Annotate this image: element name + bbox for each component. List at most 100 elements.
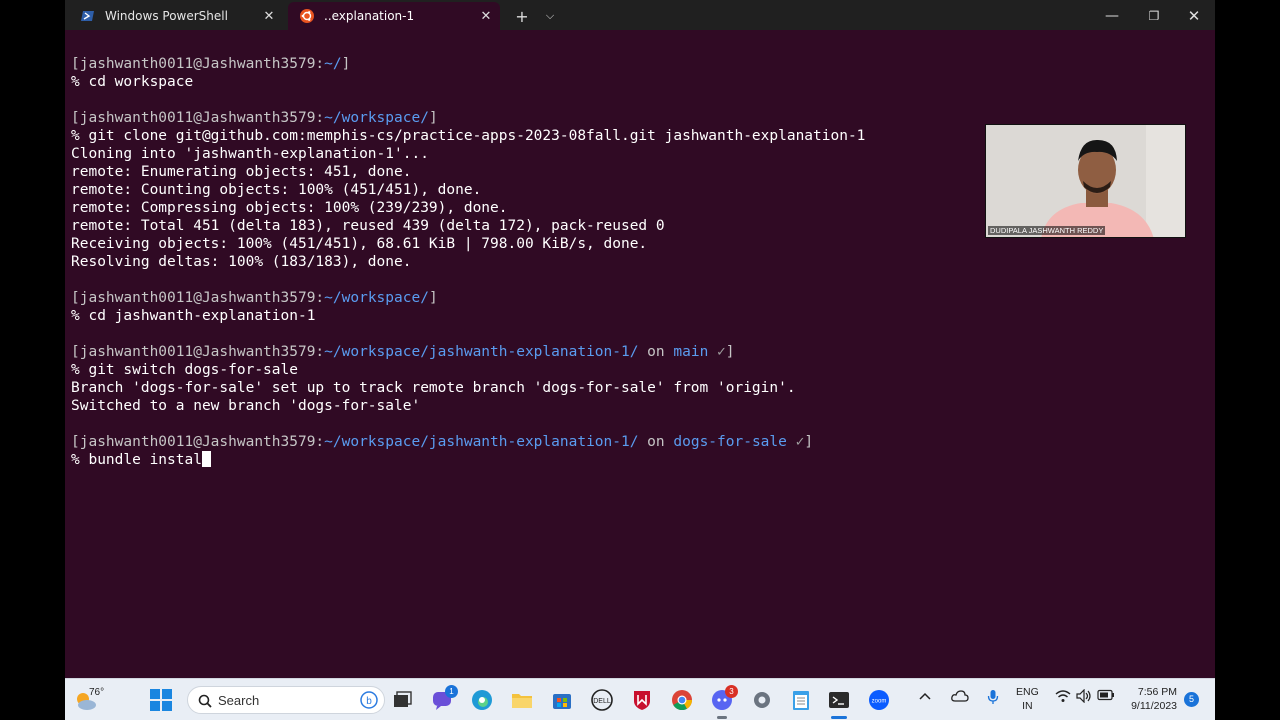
- screen: Windows PowerShell ✕ ..explanation-1 ✕ +…: [65, 0, 1215, 720]
- chrome-button[interactable]: [666, 684, 698, 716]
- output-text: Cloning into 'jashwanth-explanation-1'..…: [71, 146, 429, 162]
- task-view-button[interactable]: [386, 684, 418, 716]
- weather-temperature: 76°: [89, 687, 105, 698]
- network-button[interactable]: [1055, 689, 1071, 706]
- output-line: Branch 'dogs-for-sale' set up to track r…: [71, 379, 1211, 397]
- mcafee-button[interactable]: [626, 684, 658, 716]
- command-line: % cd workspace: [71, 73, 1211, 91]
- prompt-path: ~/workspace/jashwanth-explanation-1/: [324, 434, 639, 450]
- speaker-icon: [1076, 688, 1091, 704]
- command-text: % cd jashwanth-explanation-1: [71, 308, 316, 324]
- zoom-button[interactable]: zoom: [863, 684, 895, 716]
- bing-icon: b: [360, 691, 378, 709]
- prompt-status: ✓: [708, 344, 726, 360]
- output-text: remote: Compressing objects: 100% (239/2…: [71, 200, 508, 216]
- command-text: % git clone git@github.com:memphis-cs/pr…: [71, 128, 866, 144]
- svg-text:DELL: DELL: [593, 698, 611, 705]
- notification-badge[interactable]: 5: [1184, 692, 1199, 707]
- file-explorer-button[interactable]: [506, 684, 538, 716]
- prompt-line: [jashwanth0011@Jashwanth3579:~/]: [71, 55, 1211, 73]
- maximize-button[interactable]: ❐: [1137, 2, 1171, 30]
- tab-label: ..explanation-1: [324, 9, 415, 23]
- person-video: [986, 125, 1185, 237]
- close-window-button[interactable]: ✕: [1177, 2, 1211, 30]
- active-indicator: [717, 716, 727, 719]
- language-code: ENG: [1016, 686, 1039, 698]
- language-indicator[interactable]: ENG IN: [1016, 685, 1039, 713]
- search-icon: [198, 694, 212, 708]
- onedrive-button[interactable]: [951, 689, 969, 706]
- clock[interactable]: 7:56 PM 9/11/2023: [1123, 685, 1177, 713]
- tab-explanation[interactable]: ..explanation-1 ✕: [288, 2, 500, 30]
- output-text: Receiving objects: 100% (451/451), 68.61…: [71, 236, 648, 252]
- notepad-button[interactable]: [785, 684, 817, 716]
- microphone-icon: [987, 690, 999, 704]
- tab-dropdown-button[interactable]: ⌵: [537, 2, 563, 30]
- weather-widget[interactable]: 76°: [71, 683, 111, 717]
- wifi-icon: [1055, 690, 1071, 702]
- folder-icon: [512, 694, 532, 708]
- taskbar: 76° Search b 1 DELL 3 zoom ENG IN 7:56 P…: [65, 678, 1215, 720]
- command-line: % cd jashwanth-explanation-1: [71, 307, 1211, 325]
- edge-button[interactable]: [466, 684, 498, 716]
- settings-button[interactable]: [746, 684, 778, 716]
- terminal-output[interactable]: [jashwanth0011@Jashwanth3579:~/]% cd wor…: [71, 55, 1211, 469]
- terminal-icon: [829, 692, 849, 708]
- new-tab-button[interactable]: +: [509, 2, 535, 30]
- prompt-line: [jashwanth0011@Jashwanth3579:~/workspace…: [71, 289, 1211, 307]
- output-text: remote: Enumerating objects: 451, done.: [71, 164, 412, 180]
- close-tab-icon[interactable]: ✕: [472, 9, 500, 24]
- command-line: % bundle instal: [71, 451, 1211, 469]
- prompt-branch: main: [673, 344, 709, 360]
- terminal-button[interactable]: [823, 684, 855, 719]
- prompt-path: ~/workspace/jashwanth-explanation-1/: [324, 344, 639, 360]
- participant-name: DUDIPALA JASHWANTH REDDY: [988, 226, 1106, 235]
- prompt-path: ~/workspace/: [324, 290, 429, 306]
- prompt-end: ]: [804, 434, 814, 450]
- prompt-user-host: [jashwanth0011@Jashwanth3579:: [71, 434, 325, 450]
- discord-button[interactable]: 3: [706, 684, 738, 719]
- output-text: Branch 'dogs-for-sale' set up to track r…: [71, 380, 796, 396]
- output-line: Switched to a new branch 'dogs-for-sale': [71, 397, 1211, 415]
- prompt-user-host: [jashwanth0011@Jashwanth3579:: [71, 344, 325, 360]
- output-text: Resolving deltas: 100% (183/183), done.: [71, 254, 412, 270]
- microphone-button[interactable]: [987, 689, 999, 708]
- clock-time: 7:56 PM: [1137, 686, 1177, 698]
- chat-button[interactable]: 1: [426, 684, 458, 716]
- tab-powershell[interactable]: Windows PowerShell ✕: [69, 2, 283, 30]
- active-indicator: [831, 716, 847, 719]
- command-text: % git switch dogs-for-sale: [71, 362, 298, 378]
- prompt-branch: dogs-for-sale: [673, 434, 787, 450]
- prompt-user-host: [jashwanth0011@Jashwanth3579:: [71, 290, 325, 306]
- prompt-path: ~/: [324, 56, 342, 72]
- minimize-button[interactable]: —: [1095, 2, 1129, 30]
- dell-button[interactable]: DELL: [586, 684, 618, 716]
- store-button[interactable]: [546, 684, 578, 716]
- tab-label: Windows PowerShell: [105, 9, 228, 23]
- battery-button[interactable]: [1097, 689, 1115, 704]
- svg-text:zoom: zoom: [872, 699, 887, 705]
- prompt-end: ]: [341, 56, 351, 72]
- gear-icon: [754, 692, 770, 708]
- start-button[interactable]: [145, 684, 177, 716]
- discord-badge: 3: [725, 685, 738, 698]
- prompt-end: ]: [725, 344, 735, 360]
- windows-icon: [150, 689, 172, 711]
- clock-date: 9/11/2023: [1131, 700, 1177, 712]
- show-hidden-icons-button[interactable]: [919, 689, 931, 704]
- prompt-end: ]: [428, 110, 438, 126]
- search-input[interactable]: Search b: [187, 686, 385, 714]
- volume-button[interactable]: [1076, 688, 1092, 706]
- command-text: % bundle instal: [71, 452, 202, 468]
- command-line: % git switch dogs-for-sale: [71, 361, 1211, 379]
- prompt-end: ]: [428, 290, 438, 306]
- close-tab-icon[interactable]: ✕: [255, 9, 283, 24]
- prompt-on: on: [638, 344, 674, 360]
- command-text: % cd workspace: [71, 74, 194, 90]
- battery-icon: [1097, 689, 1114, 701]
- prompt-line: [jashwanth0011@Jashwanth3579:~/workspace…: [71, 343, 1211, 361]
- powershell-icon: [81, 11, 94, 21]
- prompt-user-host: [jashwanth0011@Jashwanth3579:: [71, 110, 325, 126]
